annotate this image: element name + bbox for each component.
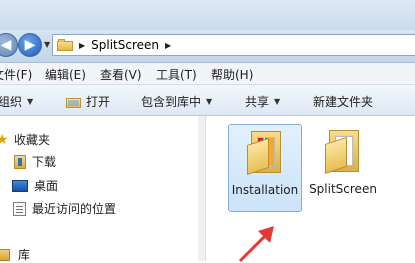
share-label: 共享 xyxy=(245,95,270,109)
new-folder-label: 新建文件夹 xyxy=(313,95,374,109)
recent-label: 最近访问的位置 xyxy=(32,202,117,216)
nav-libraries[interactable]: 库 xyxy=(0,246,30,263)
file-item-label: Installation xyxy=(231,183,299,197)
forward-button[interactable]: ▶ xyxy=(18,33,42,57)
file-item-installation[interactable]: Installation xyxy=(228,124,302,212)
open-folder-icon xyxy=(66,96,81,108)
window-title-strip xyxy=(0,0,415,30)
nav-favorites[interactable]: ★ 收藏夹 xyxy=(0,131,50,148)
folder-icon xyxy=(57,39,73,51)
chevron-down-icon: ▼ xyxy=(27,97,34,106)
nav-desktop[interactable]: 桌面 xyxy=(12,177,58,194)
navigation-pane: ★ 收藏夹 下载 桌面 最近访问的位置 库 xyxy=(0,116,206,263)
new-folder-button[interactable]: 新建文件夹 xyxy=(313,93,373,110)
share-button[interactable]: 共享 ▼ xyxy=(245,93,280,110)
desktop-label: 桌面 xyxy=(34,179,59,193)
menu-view[interactable]: 查看(V) xyxy=(100,66,142,83)
red-arrow-annotation xyxy=(238,226,274,263)
star-icon: ★ xyxy=(0,131,9,148)
nav-downloads[interactable]: 下载 xyxy=(14,153,56,170)
menu-help[interactable]: 帮助(H) xyxy=(211,66,253,83)
desktop-icon xyxy=(12,179,28,192)
favorites-label: 收藏夹 xyxy=(14,133,51,147)
chevron-down-icon: ▼ xyxy=(274,97,281,106)
menu-edit[interactable]: 编辑(E) xyxy=(45,66,86,83)
breadcrumb-chevron-icon[interactable]: ▶ xyxy=(165,41,171,50)
menu-tools[interactable]: 工具(T) xyxy=(156,66,197,83)
address-row: ◀ ▶ ▼ ▶ SplitScreen ▶ xyxy=(0,30,415,63)
recent-pages-dropdown-icon[interactable]: ▼ xyxy=(44,40,50,49)
menu-bar: 文件(F) 编辑(E) 查看(V) 工具(T) 帮助(H) xyxy=(0,63,415,85)
breadcrumb-separator-icon[interactable]: ▶ xyxy=(79,41,85,50)
folder-with-installer-icon xyxy=(247,131,283,175)
file-item-splitscreen[interactable]: SplitScreen xyxy=(306,124,380,212)
back-button[interactable]: ◀ xyxy=(0,33,18,57)
include-in-library-button[interactable]: 包含到库中 ▼ xyxy=(141,93,212,110)
nav-recent-places[interactable]: 最近访问的位置 xyxy=(13,200,116,217)
libraries-label: 库 xyxy=(18,248,31,262)
file-item-label: SplitScreen xyxy=(309,182,377,196)
downloads-label: 下载 xyxy=(32,155,57,169)
address-bar[interactable]: ▶ SplitScreen ▶ xyxy=(52,34,415,56)
breadcrumb-splitscreen[interactable]: SplitScreen xyxy=(91,38,159,52)
menu-file[interactable]: 文件(F) xyxy=(0,66,32,83)
command-toolbar: 组织 ▼ 打开 包含到库中 ▼ 共享 ▼ 新建文件夹 xyxy=(0,85,415,116)
organize-button[interactable]: 组织 ▼ xyxy=(0,93,33,110)
nav-pane-scrollbar[interactable] xyxy=(198,116,205,261)
organize-label: 组织 xyxy=(0,95,23,109)
folder-icon xyxy=(325,130,361,174)
include-in-library-label: 包含到库中 xyxy=(141,95,202,109)
open-button[interactable]: 打开 xyxy=(66,93,110,110)
chevron-down-icon: ▼ xyxy=(206,97,213,106)
open-label: 打开 xyxy=(86,95,111,109)
downloads-folder-icon xyxy=(14,154,26,169)
recent-places-icon xyxy=(13,201,26,216)
libraries-icon xyxy=(0,248,10,261)
